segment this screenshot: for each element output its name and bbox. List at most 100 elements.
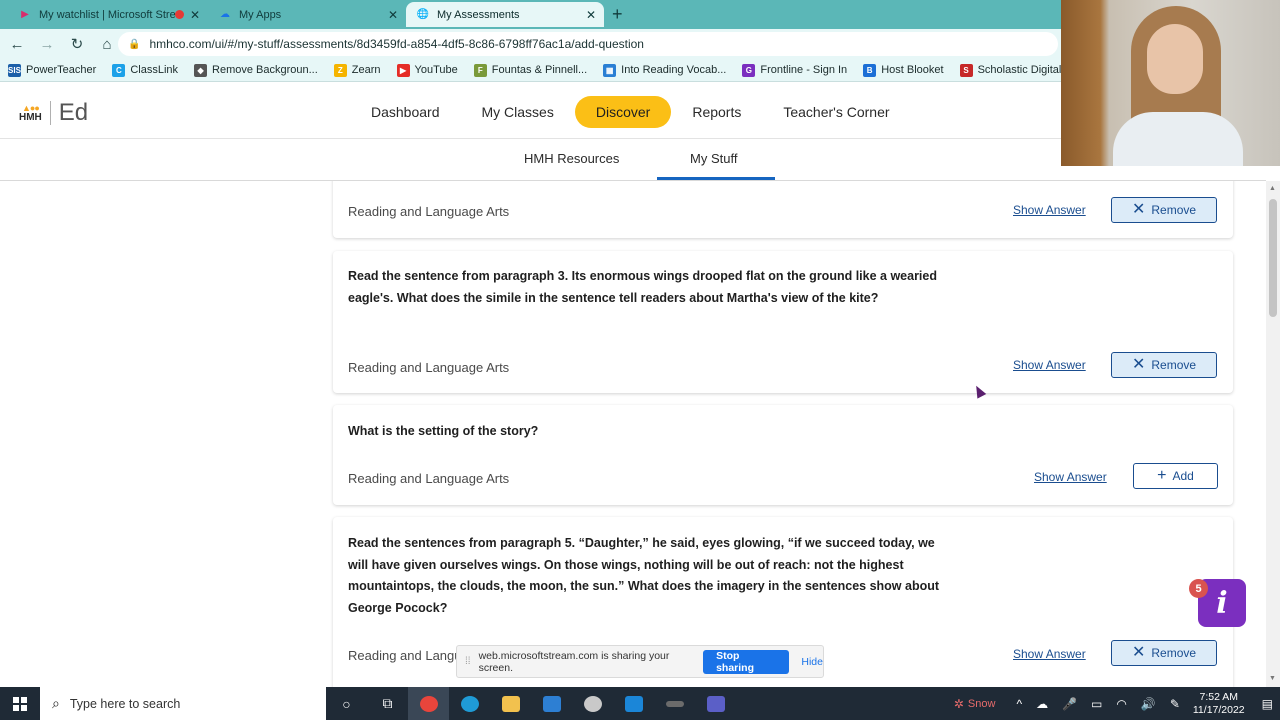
tab-hmh-resources[interactable]: HMH Resources — [524, 151, 619, 166]
nav-dashboard[interactable]: Dashboard — [350, 96, 461, 128]
remove-button[interactable]: ✕ Remove — [1111, 197, 1217, 223]
address-bar[interactable]: 🔒 hmhco.com/ui/#/my-stuff/assessments/8d… — [118, 32, 1058, 56]
bookmark-item[interactable]: ◆ Remove Backgroun... — [194, 63, 318, 77]
bookmark-label: Zearn — [351, 64, 381, 76]
bookmark-item[interactable]: F Fountas & Pinnell... — [473, 63, 587, 77]
show-answer-link[interactable]: Show Answer — [1013, 203, 1086, 217]
mail-icon[interactable] — [613, 687, 654, 720]
notification-icon[interactable]: ▤ — [1262, 697, 1273, 711]
close-tab-icon[interactable]: ✕ — [586, 8, 596, 22]
weather-icon: ✲ — [953, 696, 964, 711]
app-icon[interactable] — [572, 687, 613, 720]
bookmark-item[interactable]: G Frontline - Sign In — [742, 63, 848, 77]
bookmark-item[interactable]: SIS PowerTeacher — [8, 63, 96, 77]
add-label: Add — [1172, 469, 1194, 483]
taskbar-search[interactable]: ⌕ Type here to search — [40, 687, 326, 720]
bookmark-item[interactable]: Z Zearn — [333, 63, 381, 77]
forward-icon[interactable]: → — [34, 36, 60, 53]
bookmark-icon: C — [112, 63, 126, 77]
remove-button[interactable]: ✕ Remove — [1111, 640, 1217, 666]
pen-app-icon[interactable] — [654, 687, 695, 720]
tab-title: My Apps — [239, 8, 282, 21]
chevron-up-icon[interactable]: ^ — [1016, 697, 1022, 711]
hide-sharing-button[interactable]: Hide — [801, 656, 823, 668]
browser-tab-my-apps[interactable]: ☁ My Apps ✕ — [208, 2, 406, 27]
bookmark-item[interactable]: B Host Blooket — [863, 63, 944, 77]
wifi-icon[interactable]: ◠ — [1116, 697, 1126, 711]
close-icon: ✕ — [1131, 356, 1146, 373]
browser-tab-stream[interactable]: ▶ My watchlist | Microsoft Stre ✕ — [8, 2, 208, 27]
windows-logo-icon — [13, 696, 27, 711]
start-button[interactable] — [0, 687, 40, 720]
bookmark-label: ClassLink — [130, 64, 179, 76]
question-text: Read the sentences from paragraph 5. “Da… — [348, 536, 940, 615]
nav-teachers-corner[interactable]: Teacher's Corner — [762, 96, 910, 128]
tab-my-stuff[interactable]: My Stuff — [690, 151, 737, 166]
tab-title: My watchlist | Microsoft Stre — [39, 8, 176, 21]
logo-divider — [49, 101, 51, 125]
nav-my-classes[interactable]: My Classes — [461, 96, 575, 128]
close-tab-icon[interactable]: ✕ — [190, 8, 200, 22]
url-text: hmhco.com/ui/#/my-stuff/assessments/8d34… — [149, 37, 644, 51]
windows-taskbar: ⌕ Type here to search ○ ⧉ ✲ Snow ^ ☁ 🎤 ▭… — [0, 687, 1280, 720]
logo-hmh-text: HMH — [19, 112, 42, 123]
bookmark-icon: Z — [333, 63, 347, 77]
back-icon[interactable]: ← — [4, 36, 30, 53]
page-scrollbar[interactable]: ▲ ▼ — [1266, 181, 1280, 687]
search-icon: ⌕ — [52, 695, 60, 711]
store-icon[interactable] — [531, 687, 572, 720]
remove-label: Remove — [1151, 646, 1197, 660]
file-explorer-icon[interactable] — [490, 687, 531, 720]
browser-tab-my-assessments[interactable]: 🌐 My Assessments ✕ — [406, 2, 604, 27]
bookmark-label: Frontline - Sign In — [760, 64, 848, 76]
bookmark-icon: B — [863, 63, 877, 77]
battery-icon[interactable]: ▭ — [1091, 697, 1102, 711]
nav-reports[interactable]: Reports — [671, 96, 762, 128]
notification-count-badge: 5 — [1189, 579, 1208, 598]
clock[interactable]: 7:52 AM 11/17/2022 — [1193, 691, 1245, 717]
scroll-thumb[interactable] — [1269, 199, 1277, 317]
nav-discover[interactable]: Discover — [574, 96, 672, 128]
show-answer-link[interactable]: Show Answer — [1013, 358, 1086, 372]
cortana-icon[interactable]: ○ — [326, 687, 367, 720]
bookmark-icon: ▦ — [603, 63, 617, 77]
chrome-icon[interactable] — [408, 687, 449, 720]
question-text: What is the setting of the story? — [348, 424, 539, 438]
add-button[interactable]: + Add — [1133, 463, 1218, 489]
teams-icon[interactable] — [695, 687, 736, 720]
logo-ed-text: Ed — [58, 99, 89, 126]
bookmark-label: Remove Backgroun... — [212, 64, 318, 76]
close-tab-icon[interactable]: ✕ — [388, 8, 398, 22]
scroll-down-icon[interactable]: ▼ — [1269, 675, 1276, 682]
question-list: Reading and Language Arts Show Answer ✕ … — [0, 181, 1266, 687]
hmh-ed-logo[interactable]: ▲●● HMH Ed — [19, 99, 88, 127]
pen-icon[interactable]: ✎ — [1170, 697, 1180, 711]
remove-button[interactable]: ✕ Remove — [1111, 352, 1217, 378]
main-nav: Dashboard My Classes Discover Reports Te… — [350, 96, 911, 128]
plus-icon: + — [1157, 467, 1167, 484]
bookmark-item[interactable]: ▶ YouTube — [396, 63, 458, 77]
new-tab-button[interactable]: + — [612, 4, 623, 25]
drag-handle-icon[interactable]: ⁞⁞ — [465, 656, 471, 667]
bookmark-item[interactable]: C ClassLink — [112, 63, 179, 77]
taskbar-search-placeholder: Type here to search — [69, 696, 181, 711]
microphone-icon[interactable]: 🎤 — [1062, 697, 1077, 711]
scroll-up-icon[interactable]: ▲ — [1269, 185, 1276, 192]
onedrive-icon[interactable]: ☁ — [1036, 697, 1048, 711]
lock-icon: 🔒 — [128, 38, 141, 50]
bookmark-icon: F — [473, 63, 487, 77]
globe-icon: 🌐 — [416, 9, 430, 20]
weather-text: Snow — [967, 697, 996, 710]
stop-sharing-button[interactable]: Stop sharing — [703, 649, 790, 674]
volume-icon[interactable]: 🔊 — [1141, 697, 1156, 711]
reload-icon[interactable]: ↻ — [64, 35, 90, 53]
home-icon[interactable]: ⌂ — [94, 36, 120, 53]
system-tray: ✲ Snow ^ ☁ 🎤 ▭ ◠ 🔊 ✎ 7:52 AM 11/17/2022 … — [947, 687, 1280, 720]
show-answer-link[interactable]: Show Answer — [1013, 647, 1086, 661]
bookmark-item[interactable]: ▦ Into Reading Vocab... — [603, 63, 726, 77]
edge-icon[interactable] — [449, 687, 490, 720]
task-view-icon[interactable]: ⧉ — [367, 687, 408, 720]
show-answer-link[interactable]: Show Answer — [1034, 470, 1107, 484]
clock-date: 11/17/2022 — [1192, 703, 1245, 716]
question-subject: Reading and Langu — [348, 648, 462, 663]
